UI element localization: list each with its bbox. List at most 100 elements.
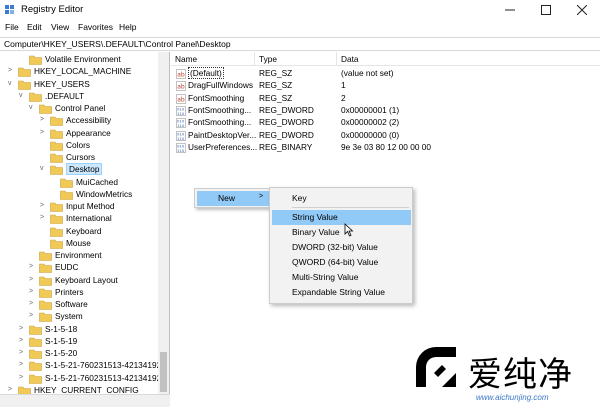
collapse-arrow-icon[interactable]: v	[29, 104, 37, 114]
submenu-item[interactable]: DWORD (32-bit) Value	[272, 240, 411, 255]
expand-arrow-icon[interactable]: >	[40, 129, 48, 139]
submenu-item-label: Expandable String Value	[292, 287, 385, 297]
expand-arrow-icon[interactable]: >	[19, 349, 27, 359]
svg-text:110: 110	[177, 111, 185, 116]
value-data: 0x00000001 (1)	[341, 104, 400, 115]
value-data: 2	[341, 92, 346, 103]
tree-item-label: HKEY_USERS	[34, 78, 90, 89]
column-type[interactable]: Type	[255, 52, 337, 66]
folder-icon	[29, 361, 42, 372]
collapse-arrow-icon[interactable]: v	[8, 80, 16, 90]
maximize-button[interactable]	[528, 0, 564, 20]
tree-scroll-thumb[interactable]	[160, 352, 167, 392]
tree-item-label: S-1-5-20	[45, 348, 78, 358]
expand-arrow-icon[interactable]: >	[19, 337, 27, 347]
tree-item-label: S-1-5-21-760231513-42134192	[45, 372, 162, 383]
expand-arrow-icon[interactable]: >	[29, 312, 37, 322]
value-row[interactable]: ab (Default) REG_SZ (value not set)	[171, 67, 600, 80]
folder-icon	[39, 263, 52, 274]
value-data: 1	[341, 80, 346, 91]
tree-item-label: Control Panel	[55, 103, 106, 113]
submenu-item-label: Multi-String Value	[292, 272, 359, 282]
folder-icon	[29, 337, 42, 347]
menu-bar: File Edit View Favorites Help	[0, 20, 600, 36]
tree-item-label: Accessibility	[66, 115, 112, 126]
submenu-item[interactable]: Expandable String Value	[272, 285, 411, 300]
tree-vertical-scrollbar[interactable]	[158, 52, 169, 395]
menu-view[interactable]: View	[51, 22, 69, 32]
collapse-arrow-icon[interactable]: v	[40, 165, 48, 175]
expand-arrow-icon[interactable]: >	[40, 116, 48, 126]
binary-value-icon: 010110	[176, 130, 186, 140]
value-type: REG_DWORD	[259, 129, 314, 140]
value-name: (Default)	[188, 67, 224, 79]
value-type: REG_DWORD	[259, 117, 314, 128]
value-type: REG_SZ	[259, 68, 293, 78]
tree-item-label: Cursors	[66, 152, 96, 162]
submenu-item[interactable]: Multi-String Value	[272, 270, 411, 285]
string-value-icon: ab	[176, 69, 186, 79]
folder-icon	[18, 80, 31, 90]
string-value-icon: ab	[176, 81, 186, 92]
value-row[interactable]: 010 110 UserPreferences... REG_BINARY 9e 3e …	[171, 142, 600, 154]
title-bar[interactable]: Registry Editor	[0, 0, 600, 20]
expand-arrow-icon[interactable]: >	[40, 214, 48, 224]
address-bar[interactable]: Computer\HKEY_USERS\.DEFAULT\Control Pan…	[0, 37, 600, 51]
tree-item-label: EUDC	[55, 262, 79, 273]
folder-icon	[50, 153, 63, 163]
submenu-item[interactable]: String Value	[272, 210, 411, 225]
tree-item-label: International	[66, 213, 112, 224]
binary-value-icon: 010110	[176, 106, 186, 116]
expand-arrow-icon[interactable]: >	[8, 67, 16, 77]
submenu-item-label: DWORD (32-bit) Value	[292, 242, 378, 252]
column-name[interactable]: Name	[171, 52, 255, 66]
expand-arrow-icon[interactable]: >	[19, 374, 27, 384]
menu-edit[interactable]: Edit	[27, 22, 42, 32]
collapse-arrow-icon[interactable]: v	[19, 92, 27, 102]
expand-arrow-icon[interactable]: >	[29, 263, 37, 273]
value-row[interactable]: ab DragFullWindows REG_SZ 1	[171, 80, 600, 92]
string-value-icon: ab	[176, 93, 186, 104]
expand-arrow-icon[interactable]: >	[29, 300, 37, 310]
submenu-item-label: QWORD (64-bit) Value	[292, 257, 379, 267]
submenu-item[interactable]: Binary Value	[272, 225, 411, 240]
value-row[interactable]: 010 110 FontSmoothing... REG_DWORD 0x0000000…	[171, 105, 600, 117]
svg-text:ab: ab	[177, 96, 185, 103]
close-button[interactable]	[564, 0, 600, 20]
tree-item-label: .DEFAULT	[45, 90, 85, 101]
folder-icon	[39, 251, 52, 261]
tree-item-label: S-1-5-21-760231513-42134192	[45, 360, 162, 371]
value-row[interactable]: 010 110 FontSmoothing... REG_DWORD 0x0000000…	[171, 117, 600, 129]
no-expander	[40, 153, 48, 163]
submenu-item[interactable]: QWORD (64-bit) Value	[272, 255, 411, 270]
menu-file[interactable]: File	[5, 22, 19, 32]
expand-arrow-icon[interactable]: >	[40, 202, 48, 212]
value-row[interactable]: 010 110 PaintDesktopVer... REG_DWORD 0x00000…	[171, 130, 600, 142]
binary-value-icon: 010110	[176, 142, 186, 153]
expand-arrow-icon[interactable]: >	[19, 361, 27, 371]
value-name: FontSmoothing	[188, 92, 245, 103]
submenu-item[interactable]: Key	[272, 191, 411, 206]
svg-text:110: 110	[177, 135, 185, 140]
expand-arrow-icon[interactable]: >	[19, 325, 27, 335]
expand-arrow-icon[interactable]: >	[29, 276, 37, 286]
folder-icon	[39, 276, 52, 286]
no-expander	[40, 227, 48, 237]
value-type: REG_BINARY	[259, 141, 313, 152]
value-row[interactable]: ab FontSmoothing REG_SZ 2	[171, 93, 600, 105]
folder-icon	[50, 227, 63, 237]
minimize-button[interactable]	[492, 0, 528, 20]
column-data[interactable]: Data	[337, 52, 600, 66]
no-expander	[40, 239, 48, 249]
folder-icon	[29, 55, 42, 65]
tree-item-label: S-1-5-19	[45, 335, 78, 346]
expand-arrow-icon[interactable]: >	[29, 288, 37, 298]
binary-value-icon: 010110	[176, 118, 186, 128]
context-menu-new[interactable]: New >	[197, 191, 270, 206]
menu-help[interactable]: Help	[119, 22, 136, 32]
tree-horizontal-scrollbar[interactable]	[0, 394, 170, 407]
menu-favorites[interactable]: Favorites	[78, 22, 113, 32]
folder-icon	[39, 312, 52, 323]
value-data: 9e 3e 03 80 12 00 00 00	[341, 141, 431, 152]
new-submenu: Key String Value Binary Value DWORD (32-bit…	[269, 187, 413, 304]
